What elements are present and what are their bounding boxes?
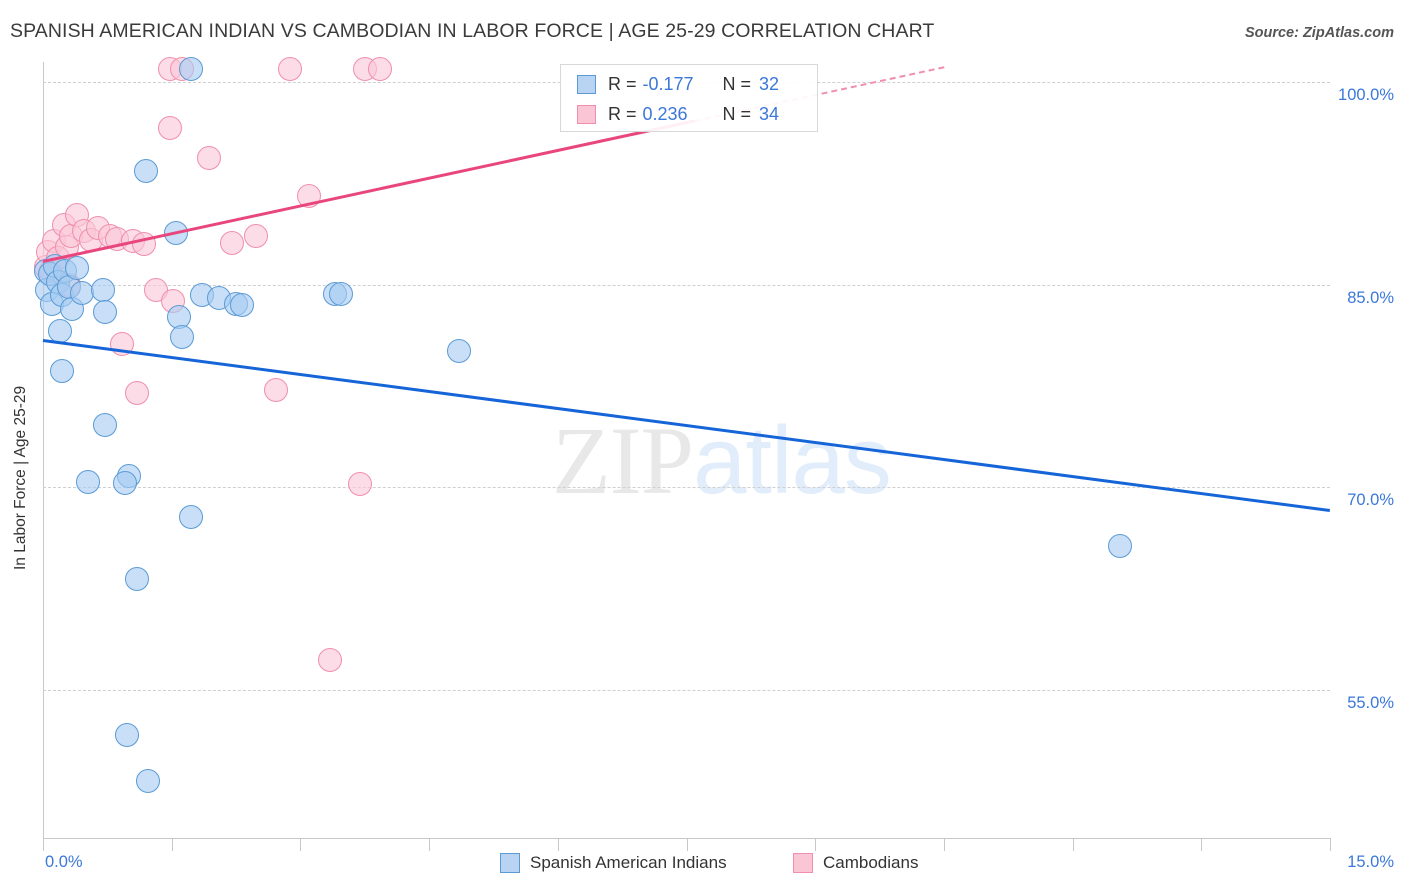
x-tick-mark bbox=[43, 838, 44, 851]
data-point[interactable] bbox=[196, 145, 221, 170]
pink-n-value: 34 bbox=[759, 103, 780, 124]
y-tick-label: 100.0% bbox=[1338, 86, 1394, 105]
data-point[interactable] bbox=[135, 769, 160, 794]
data-point[interactable] bbox=[112, 471, 137, 496]
data-point[interactable] bbox=[65, 256, 90, 281]
stat-row-pink: R = 0.236 N = 34 bbox=[577, 100, 779, 128]
blue-n-value: 32 bbox=[759, 73, 780, 94]
legend-label-pink: Cambodians bbox=[823, 853, 919, 872]
pink-r-label: R = bbox=[608, 103, 637, 124]
x-tick-mark bbox=[943, 838, 945, 851]
data-point[interactable] bbox=[264, 377, 289, 402]
page-title: SPANISH AMERICAN INDIAN VS CAMBODIAN IN … bbox=[10, 20, 935, 42]
x-tick-label-min: 0.0% bbox=[45, 853, 83, 871]
y-tick-label: 70.0% bbox=[1347, 491, 1394, 510]
data-point[interactable] bbox=[92, 299, 117, 324]
data-point[interactable] bbox=[243, 224, 268, 249]
gridline bbox=[43, 487, 1330, 489]
x-tick-mark bbox=[300, 838, 302, 851]
data-point[interactable] bbox=[133, 159, 158, 184]
data-point[interactable] bbox=[91, 278, 116, 303]
legend-swatch-pink-icon bbox=[793, 853, 813, 873]
data-point[interactable] bbox=[178, 504, 203, 529]
correlation-stats-box: R = -0.177 N = 32 R = 0.236 N = 34 bbox=[560, 64, 818, 132]
pink-r-value: 0.236 bbox=[642, 103, 688, 124]
pink-n-label: N = bbox=[722, 103, 752, 124]
correlation-chart: SPANISH AMERICAN INDIAN VS CAMBODIAN IN … bbox=[0, 0, 1406, 892]
data-point[interactable] bbox=[368, 56, 393, 81]
data-point[interactable] bbox=[157, 116, 182, 141]
legend-item-cambodians[interactable]: Cambodians bbox=[793, 853, 918, 873]
data-point[interactable] bbox=[115, 723, 140, 748]
x-tick-mark bbox=[1201, 838, 1203, 851]
x-tick-mark bbox=[1330, 838, 1331, 851]
data-point[interactable] bbox=[48, 318, 73, 343]
legend-item-spanish-american-indians[interactable]: Spanish American Indians bbox=[500, 853, 727, 873]
data-point[interactable] bbox=[125, 566, 150, 591]
legend-swatch-blue-icon bbox=[500, 853, 520, 873]
x-tick-label-max: 15.0% bbox=[1347, 853, 1394, 871]
data-point[interactable] bbox=[447, 338, 472, 363]
plot-area bbox=[33, 56, 1331, 838]
pink-series-swatch-icon bbox=[577, 104, 596, 124]
x-tick-mark bbox=[171, 838, 173, 851]
gridline bbox=[43, 689, 1330, 691]
stat-row-blue: R = -0.177 N = 32 bbox=[577, 70, 779, 98]
data-point[interactable] bbox=[92, 413, 117, 438]
y-tick-label: 55.0% bbox=[1347, 693, 1394, 712]
y-axis-label: In Labor Force | Age 25-29 bbox=[12, 385, 29, 570]
x-tick-mark bbox=[686, 838, 688, 851]
trend-line bbox=[42, 338, 1331, 512]
y-tick-label: 85.0% bbox=[1347, 288, 1394, 307]
data-point[interactable] bbox=[328, 282, 353, 307]
x-tick-mark bbox=[1072, 838, 1074, 851]
blue-series-swatch-icon bbox=[577, 74, 596, 94]
data-point[interactable] bbox=[318, 647, 343, 672]
data-point[interactable] bbox=[230, 292, 255, 317]
gridline bbox=[43, 284, 1330, 286]
data-point[interactable] bbox=[75, 469, 100, 494]
x-tick-mark bbox=[815, 838, 817, 851]
data-point[interactable] bbox=[169, 325, 194, 350]
blue-n-label: N = bbox=[722, 73, 752, 94]
data-point[interactable] bbox=[49, 359, 74, 384]
data-point[interactable] bbox=[278, 56, 303, 81]
data-point[interactable] bbox=[1107, 534, 1132, 559]
blue-r-label: R = bbox=[608, 73, 637, 94]
data-point[interactable] bbox=[348, 472, 373, 497]
data-point[interactable] bbox=[219, 230, 244, 255]
data-point[interactable] bbox=[179, 56, 204, 81]
x-tick-mark bbox=[429, 838, 431, 851]
source-attribution: Source: ZipAtlas.com bbox=[1244, 25, 1394, 41]
data-point[interactable] bbox=[125, 380, 150, 405]
x-tick-mark bbox=[557, 838, 559, 851]
blue-r-value: -0.177 bbox=[642, 73, 694, 94]
trend-line bbox=[42, 119, 696, 264]
legend-label-blue: Spanish American Indians bbox=[530, 853, 727, 872]
